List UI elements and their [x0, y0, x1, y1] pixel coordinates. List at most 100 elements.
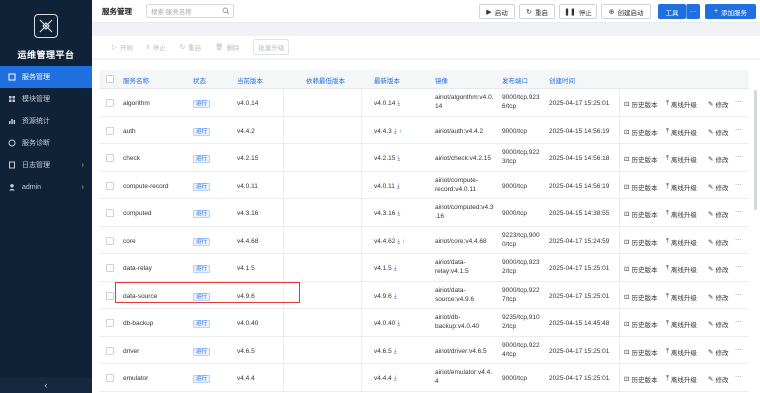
edit-button[interactable]: ✎ 修改	[708, 182, 728, 192]
sidebar-item-service[interactable]: 服务管理	[0, 66, 92, 88]
row-checkbox[interactable]	[106, 346, 114, 355]
select-all-checkbox[interactable]	[106, 75, 114, 83]
offline-upgrade-button[interactable]: ⤒ 离线升级	[666, 99, 697, 109]
offline-upgrade-button[interactable]: ⤒ 离线升级	[666, 374, 697, 384]
row-checkbox[interactable]	[106, 154, 114, 162]
tools-button[interactable]: 工具	[658, 4, 686, 19]
edit-button[interactable]: ✎ 修改	[708, 237, 728, 247]
row-checkbox[interactable]	[106, 236, 114, 245]
history-version-button[interactable]: ⊡ 历史版本	[624, 319, 657, 329]
history-version-button[interactable]: ⊡ 历史版本	[624, 374, 657, 384]
download-icon[interactable]: ⤓	[394, 348, 397, 355]
row-checkbox[interactable]	[106, 209, 114, 217]
row-checkbox[interactable]	[106, 319, 114, 327]
col-image[interactable]: 镜像	[435, 75, 448, 85]
col-name[interactable]: 服务名称	[123, 75, 149, 85]
history-version-button[interactable]: ⊡ 历史版本	[624, 127, 657, 137]
sidebar-item-admin[interactable]: admin ›	[0, 176, 92, 198]
download-icon[interactable]: ⤓	[397, 183, 400, 190]
edit-button[interactable]: ✎ 修改	[708, 319, 728, 329]
col-min-dep-version[interactable]: 依赖最低版本	[306, 75, 345, 85]
download-icon[interactable]: ⤓	[394, 375, 397, 382]
table-row[interactable]: check 运行 v4.2.15 v4.2.15 ⤓ airiot/check:v4.2.…	[99, 144, 749, 172]
edit-button[interactable]: ✎ 修改	[708, 154, 728, 164]
history-version-button[interactable]: ⊡ 历史版本	[624, 154, 657, 164]
download-icon[interactable]: ⤓	[394, 293, 397, 300]
more-button[interactable]: ···	[735, 318, 742, 325]
sidebar-item-resource[interactable]: 资源统计	[0, 110, 92, 132]
row-checkbox[interactable]	[106, 99, 114, 107]
search-icon[interactable]	[222, 7, 230, 17]
history-version-button[interactable]: ⊡ 历史版本	[624, 99, 657, 109]
history-version-button[interactable]: ⊡ 历史版本	[624, 347, 657, 357]
table-row[interactable]: compute-record 运行 v4.0.11 v4.0.11 ⤓ airiot/co…	[99, 171, 749, 199]
col-port[interactable]: 发布端口	[502, 75, 528, 85]
more-button[interactable]: ···	[735, 126, 742, 133]
history-version-button[interactable]: ⊡ 历史版本	[624, 292, 657, 302]
more-button[interactable]: ···	[735, 208, 742, 215]
more-button[interactable]: ···	[735, 373, 742, 380]
download-icon[interactable]: ⤓	[397, 155, 400, 162]
vertical-scrollbar[interactable]	[754, 90, 757, 210]
stop-button[interactable]: ❚❚ 停止	[559, 4, 597, 19]
table-row[interactable]: algorithm 运行 v4.0.14 v4.0.14 ⤓ airiot/algorit…	[99, 89, 749, 117]
edit-button[interactable]: ✎ 修改	[708, 127, 728, 137]
create-start-button[interactable]: ⊕ 创建启动	[601, 4, 651, 19]
more-button[interactable]: ···	[735, 346, 742, 353]
col-status[interactable]: 状态	[193, 75, 206, 85]
more-button[interactable]: ···	[735, 263, 742, 270]
col-latest-version[interactable]: 最新版本	[374, 75, 400, 85]
more-button[interactable]: ···	[735, 153, 742, 160]
sidebar-item-diagnose[interactable]: 服务诊断	[0, 132, 92, 154]
arrow-up-icon[interactable]: ↑	[399, 128, 402, 135]
table-row[interactable]: driver 运行 v4.6.5 v4.6.5 ⤓ airiot/driver:v4.6.…	[99, 336, 749, 364]
row-checkbox[interactable]	[106, 126, 114, 135]
edit-button[interactable]: ✎ 修改	[708, 374, 728, 384]
download-icon[interactable]: ⤓	[397, 100, 400, 107]
add-service-button[interactable]: + 添加服务	[705, 4, 756, 19]
col-created[interactable]: 创建时间	[549, 75, 575, 85]
table-row[interactable]: db-backup 运行 v4.0.40 v4.0.40 ⤓ airiot/db-back…	[99, 309, 749, 337]
offline-upgrade-button[interactable]: ⤒ 离线升级	[666, 127, 697, 137]
tools-more-button[interactable]: ···	[686, 4, 700, 19]
table-row[interactable]: data-relay 运行 v4.1.5 v4.1.5 ⤓ airiot/data-rel…	[99, 254, 749, 282]
offline-upgrade-button[interactable]: ⤒ 离线升级	[666, 264, 697, 274]
more-button[interactable]: ···	[735, 291, 742, 298]
offline-upgrade-button[interactable]: ⤒ 离线升级	[666, 347, 697, 357]
offline-upgrade-button[interactable]: ⤒ 离线升级	[666, 154, 697, 164]
table-row[interactable]: core 运行 v4.4.68 v4.4.62 ⤓ ↑ airiot/core:v4.4.6…	[99, 226, 749, 254]
search-input[interactable]: 搜索 服务名称	[146, 4, 234, 18]
history-version-button[interactable]: ⊡ 历史版本	[624, 264, 657, 274]
table-row[interactable]: auth 运行 v4.4.2 v4.4.3 ⤓ ↑ airiot/auth:v4.4.2 90…	[99, 116, 749, 144]
download-icon[interactable]: ⤓	[394, 128, 397, 135]
more-button[interactable]: ···	[735, 98, 742, 105]
offline-upgrade-button[interactable]: ⤒ 离线升级	[666, 319, 697, 329]
toolbar-restart-button[interactable]: ↻ 重启	[180, 42, 201, 52]
sidebar-item-log[interactable]: 日志管理 ›	[0, 154, 92, 176]
download-icon[interactable]: ⤓	[397, 238, 400, 245]
offline-upgrade-button[interactable]: ⤒ 离线升级	[666, 209, 697, 219]
row-checkbox[interactable]	[106, 181, 114, 190]
toolbar-delete-button[interactable]: 🗑 删除	[215, 42, 239, 52]
offline-upgrade-button[interactable]: ⤒ 离线升级	[666, 292, 697, 302]
row-checkbox[interactable]	[106, 374, 114, 382]
table-row[interactable]: computed 运行 v4.3.16 v4.3.16 ⤓ airiot/computed…	[99, 199, 749, 227]
edit-button[interactable]: ✎ 修改	[708, 292, 728, 302]
toolbar-stop-button[interactable]: ‖ 停止	[147, 42, 166, 53]
history-version-button[interactable]: ⊡ 历史版本	[624, 182, 657, 192]
row-checkbox[interactable]	[106, 264, 114, 272]
sidebar-item-module[interactable]: 模块管理	[0, 88, 92, 110]
more-button[interactable]: ···	[735, 181, 742, 188]
offline-upgrade-button[interactable]: ⤒ 离线升级	[666, 237, 697, 247]
more-button[interactable]: ···	[735, 236, 742, 243]
row-checkbox[interactable]	[106, 291, 114, 300]
edit-button[interactable]: ✎ 修改	[708, 347, 728, 357]
arrow-up-icon[interactable]: ↑	[402, 238, 405, 245]
history-version-button[interactable]: ⊡ 历史版本	[624, 237, 657, 247]
toolbar-batch-upgrade-button[interactable]: 批量升级	[253, 39, 290, 55]
table-row[interactable]: emulator 运行 v4.4.4 v4.4.4 ⤓ airiot/emulator:v…	[99, 364, 749, 392]
download-icon[interactable]: ⤓	[397, 320, 400, 327]
col-current-version[interactable]: 当前版本	[237, 75, 263, 85]
download-icon[interactable]: ⤓	[397, 210, 400, 217]
history-version-button[interactable]: ⊡ 历史版本	[624, 209, 657, 219]
